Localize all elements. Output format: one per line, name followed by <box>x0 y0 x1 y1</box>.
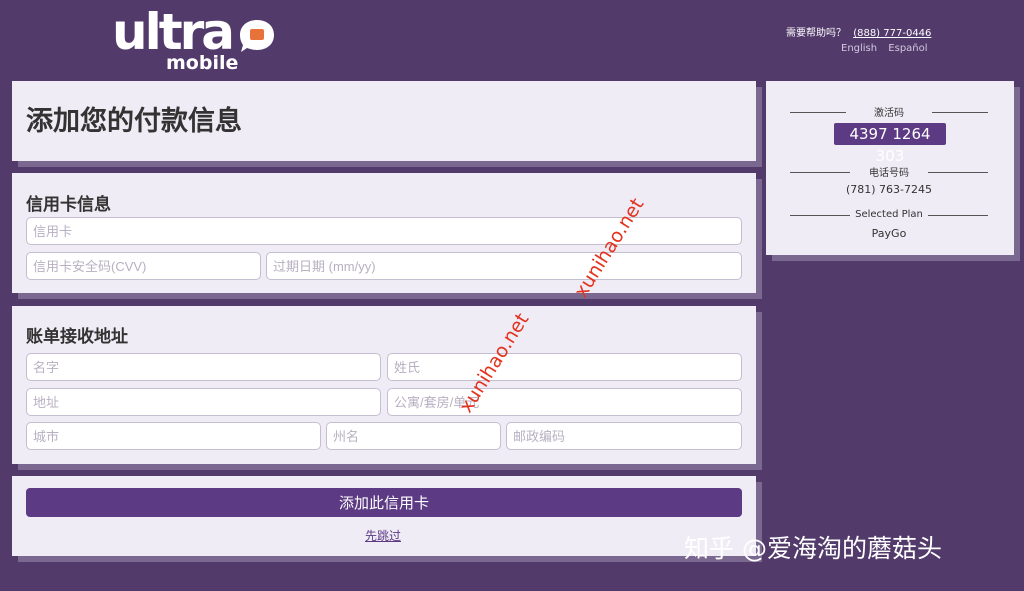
expiry-date-input[interactable] <box>266 252 742 280</box>
billing-address-section: 账单接收地址 <box>12 306 756 464</box>
city-input[interactable] <box>26 422 321 450</box>
logo-subtitle: mobile <box>166 52 239 74</box>
source-credit: 知乎 @爱海淘的蘑菇头 <box>684 534 942 563</box>
lang-english-link[interactable]: English <box>841 43 877 54</box>
ultra-mobile-logo[interactable]: ultra mobile <box>112 4 292 74</box>
action-card: 添加此信用卡 先跳过 <box>12 476 756 556</box>
first-name-input[interactable] <box>26 353 381 381</box>
page-title: 添加您的付款信息 <box>26 106 242 137</box>
skip-link[interactable]: 先跳过 <box>365 527 401 544</box>
zip-code-input[interactable] <box>506 422 742 450</box>
speech-bubble-icon <box>240 20 274 52</box>
apartment-input[interactable] <box>387 388 742 416</box>
address-input[interactable] <box>26 388 381 416</box>
credit-card-section: 信用卡信息 <box>12 173 756 293</box>
cvv-input[interactable] <box>26 252 261 280</box>
state-input[interactable] <box>326 422 501 450</box>
credit-card-section-title: 信用卡信息 <box>26 195 111 215</box>
account-summary-card: 激活码 4397 1264 303 电话号码 (781) 763-7245 Se… <box>766 81 1014 255</box>
phone-number-value: (781) 763-7245 <box>845 183 933 196</box>
language-switcher: English Español <box>841 43 936 54</box>
selected-plan-value: PayGo <box>871 227 907 240</box>
add-card-button[interactable]: 添加此信用卡 <box>26 488 742 517</box>
activation-code-value: 4397 1264 303 <box>834 123 946 165</box>
help-text: 需要帮助吗？ <box>786 28 846 39</box>
card-number-input[interactable] <box>26 217 742 245</box>
help-line: 需要帮助吗？ (888) 777-0446 <box>786 24 931 39</box>
lang-spanish-link[interactable]: Español <box>888 43 927 54</box>
last-name-input[interactable] <box>387 353 742 381</box>
activation-code-label: 激活码 <box>790 104 988 119</box>
title-card: 添加您的付款信息 <box>12 81 756 161</box>
phone-number-label: 电话号码 <box>790 164 988 179</box>
selected-plan-label: Selected Plan <box>790 209 988 220</box>
billing-section-title: 账单接收地址 <box>26 327 128 347</box>
help-phone-link[interactable]: (888) 777-0446 <box>853 28 931 39</box>
